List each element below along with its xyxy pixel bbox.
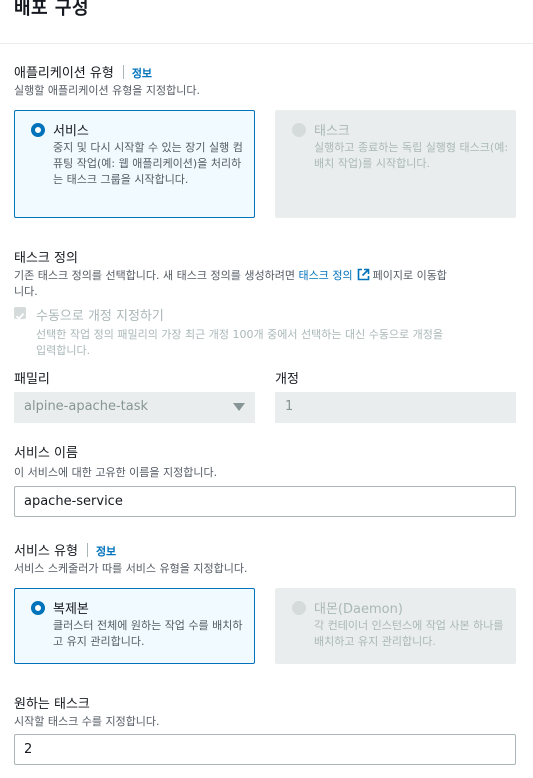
checkmark-icon <box>15 312 25 320</box>
desired-tasks-description: 시작할 태스크 수를 지정합니다. <box>14 715 160 728</box>
revision-input[interactable]: 1 <box>275 392 516 423</box>
revision-label: 개정 <box>275 372 299 387</box>
daemon-radio[interactable] <box>292 601 306 615</box>
service-name-input[interactable]: apache-service <box>14 486 516 517</box>
app-type-label: 애플리케이션 유형 <box>14 66 114 81</box>
service-name-description: 이 서비스에 대한 고유한 이름을 지정합니다. <box>14 466 218 479</box>
replica-option-description: 클러스터 전체에 원하는 작업 수를 배치하고 유지 관리합니다. <box>53 619 243 648</box>
page-header: 배포 구성 <box>0 0 533 44</box>
task-option-description: 실행하고 종료하는 독립 실행형 태스크(예: 배치 작업)를 시작합니다. <box>314 141 509 170</box>
family-label: 패밀리 <box>14 372 50 387</box>
manual-revision-checkbox[interactable] <box>14 307 26 320</box>
app-type-info-link[interactable]: 정보 <box>132 67 152 80</box>
replica-radio[interactable] <box>31 601 45 615</box>
task-definition-description: 기존 태스크 정의를 선택합니다. 새 태스크 정의를 생성하려면 태스크 정의… <box>14 267 447 283</box>
service-name-label: 서비스 이름 <box>14 446 78 461</box>
task-definition-link[interactable]: 태스크 정의 <box>298 269 352 282</box>
service-type-label: 서비스 유형 <box>14 544 78 559</box>
replica-option-title: 복제본 <box>53 602 89 617</box>
app-type-option-task[interactable]: 태스크 실행하고 종료하는 독립 실행형 태스크(예: 배치 작업)를 시작합니… <box>275 110 516 218</box>
manual-revision-label: 수동으로 개정 지정하기 <box>36 309 164 324</box>
manual-revision-desc-line1: 선택한 작업 정의 패밀리의 가장 최근 개정 100개 중에서 선택하는 대신… <box>36 328 444 341</box>
app-type-description: 실행할 애플리케이션 유형을 지정합니다. <box>14 84 201 97</box>
desired-tasks-label: 원하는 태스크 <box>14 697 90 712</box>
service-radio[interactable] <box>31 123 45 137</box>
task-definition-desc-pre: 기존 태스크 정의를 선택합니다. 새 태스크 정의를 생성하려면 <box>14 269 295 282</box>
service-type-option-replica[interactable]: 복제본 클러스터 전체에 원하는 작업 수를 배치하고 유지 관리합니다. <box>14 588 255 664</box>
service-type-info-link[interactable]: 정보 <box>96 545 116 558</box>
service-type-option-daemon[interactable]: 대몬(Daemon) 각 컨테이너 인스턴스에 작업 사본 하나를 배치하고 유… <box>275 588 516 664</box>
revision-value: 1 <box>285 399 294 414</box>
manual-revision-desc-line2: 입력합니다. <box>36 344 91 357</box>
daemon-option-title: 대몬(Daemon) <box>314 602 403 617</box>
divider <box>122 65 124 79</box>
divider <box>86 543 88 557</box>
external-link-icon[interactable] <box>357 268 370 281</box>
daemon-option-description: 각 컨테이너 인스턴스에 작업 사본 하나를 배치하고 유지 관리합니다. <box>314 619 504 648</box>
task-radio[interactable] <box>292 123 306 137</box>
service-type-description: 서비스 스케줄러가 따를 서비스 유형을 지정합니다. <box>14 562 248 575</box>
family-select[interactable]: alpine-apache-task <box>14 392 255 423</box>
desired-tasks-input[interactable]: 2 <box>14 734 516 765</box>
service-option-title: 서비스 <box>53 124 89 139</box>
task-definition-desc-wrap: 니다. <box>14 285 38 298</box>
task-option-title: 태스크 <box>314 124 350 139</box>
app-type-field-header: 애플리케이션 유형 정보 <box>14 62 152 81</box>
task-definition-label: 태스크 정의 <box>14 251 78 266</box>
family-value: alpine-apache-task <box>24 399 148 414</box>
caret-down-icon <box>233 403 245 411</box>
service-option-description: 중지 및 다시 시작할 수 있는 장기 실행 컴퓨팅 작업(예: 웹 애플리케이… <box>53 141 243 186</box>
task-definition-desc-post: 페이지로 이동합 <box>372 269 447 282</box>
service-type-field-header: 서비스 유형 정보 <box>14 540 116 559</box>
app-type-option-service[interactable]: 서비스 중지 및 다시 시작할 수 있는 장기 실행 컴퓨팅 작업(예: 웹 애… <box>14 110 255 218</box>
page-title: 배포 구성 <box>14 0 90 19</box>
